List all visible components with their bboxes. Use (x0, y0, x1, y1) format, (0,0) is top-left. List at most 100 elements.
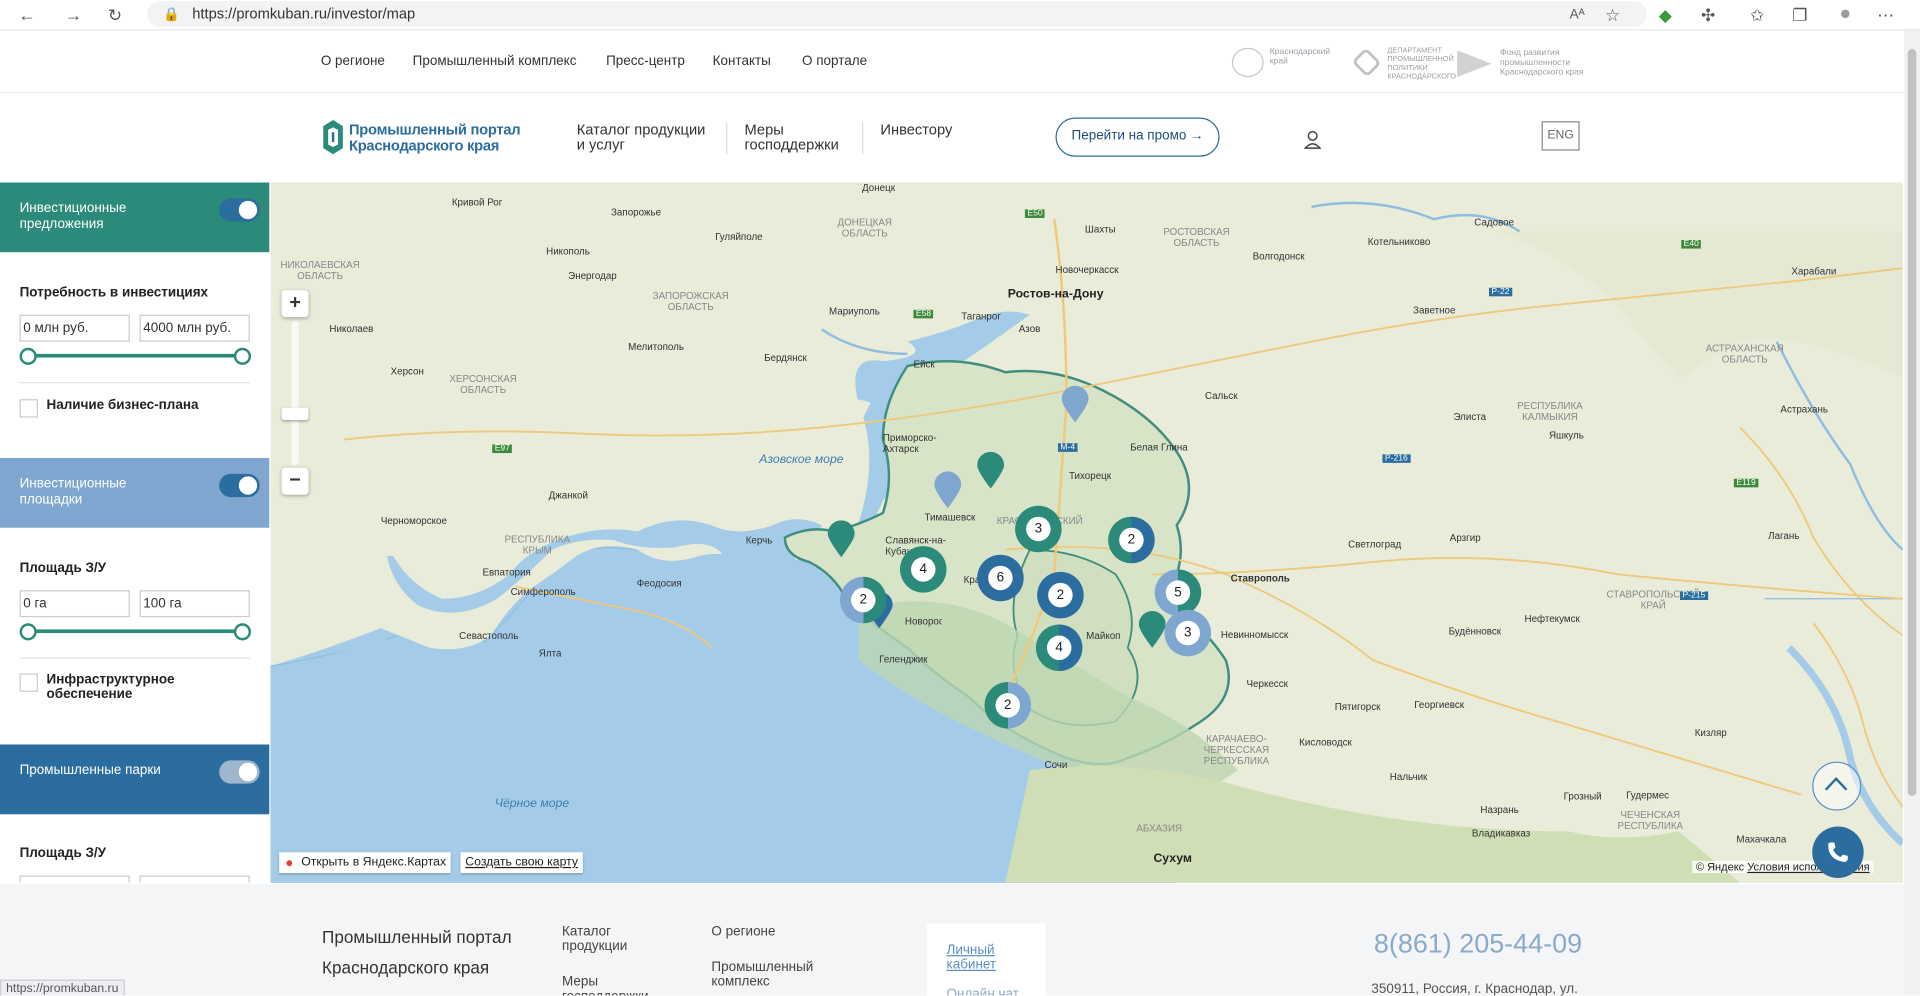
header-nav-investor[interactable]: Инвестору (880, 122, 952, 137)
cluster-count: 6 (988, 565, 1013, 591)
city-label: Махачкала (1736, 833, 1787, 845)
header-nav-support[interactable]: Меры господдержки (744, 122, 838, 151)
section-industrial-parks[interactable]: Промышленные парки (0, 744, 270, 815)
region-label: АСТРАХАНСКАЯ ОБЛАСТЬ (1705, 342, 1784, 365)
road-label: P-22 (1488, 287, 1512, 297)
section-investment-offers[interactable]: Инвестиционные предложения (0, 182, 270, 253)
personal-cabinet-link[interactable]: Личный кабинет (947, 943, 997, 972)
section-investment-sites[interactable]: Инвестиционные площадки (0, 457, 270, 528)
profile-icon[interactable]: ● (1833, 2, 1857, 26)
map-pin-icon[interactable] (977, 451, 1005, 489)
page-scrollbar-thumb[interactable] (1907, 48, 1917, 796)
topnav-item-contacts[interactable]: Контакты (713, 54, 771, 69)
favorites-icon[interactable]: ✩ (1745, 2, 1769, 26)
partner-fund[interactable]: Фонд развития промышленности Краснодарск… (1500, 49, 1584, 78)
map-cluster[interactable]: 2 (1037, 571, 1084, 619)
footer-link-region[interactable]: О регионе (711, 924, 775, 939)
invest-min-input[interactable]: 0 млн руб. (19, 314, 130, 342)
business-plan-checkbox[interactable] (19, 399, 38, 418)
call-button[interactable] (1812, 826, 1864, 878)
map-cluster[interactable]: 2 (984, 682, 1032, 729)
portal-logo-icon[interactable] (321, 118, 345, 157)
read-aloud-icon[interactable]: Aᴬ (1565, 2, 1589, 26)
footer-phone[interactable]: 8(861) 205-44-09 (1374, 928, 1582, 960)
more-menu-icon[interactable]: ⋯ (1873, 2, 1897, 26)
area-slider-min-handle[interactable] (19, 623, 37, 641)
city-label: Арзгир (1449, 532, 1481, 544)
department-logo-icon[interactable] (1351, 47, 1382, 78)
url-text[interactable]: https://promkuban.ru/investor/map (192, 5, 415, 22)
topnav-item-press[interactable]: Пресс-центр (606, 54, 685, 69)
zoom-in-button[interactable]: + (281, 290, 309, 318)
map-cluster[interactable]: 3 (1164, 609, 1212, 657)
map-cluster[interactable]: 6 (977, 554, 1024, 602)
language-button[interactable]: ENG (1541, 121, 1580, 151)
footer-logo-line1[interactable]: Промышленный портал (322, 927, 512, 947)
map-cluster[interactable]: 4 (1035, 624, 1083, 672)
invest-slider-track[interactable] (26, 353, 243, 358)
zoom-out-button[interactable]: − (281, 467, 309, 495)
location-pin-icon: ● (285, 855, 294, 871)
partner-krasnodar[interactable]: Краснодарский край (1270, 48, 1330, 68)
zoom-slider-track[interactable] (291, 320, 299, 466)
map-pin-icon[interactable] (1138, 611, 1166, 648)
map-cluster[interactable]: 4 (900, 546, 947, 593)
scroll-to-top-button[interactable] (1812, 761, 1862, 811)
topnav-item-about[interactable]: О портале (802, 54, 867, 69)
invest-max-input[interactable]: 4000 млн руб. (139, 314, 250, 342)
extension-icon[interactable]: ◆ (1653, 2, 1677, 26)
go-to-promo-button[interactable]: Перейти на промо → (1055, 117, 1220, 157)
road-label: E40 (1681, 240, 1702, 249)
collections-icon[interactable]: ❐ (1788, 2, 1812, 26)
online-chat-link[interactable]: Онлайн чат (947, 987, 1019, 996)
infrastructure-label[interactable]: Инфраструктурное обеспечение (47, 672, 194, 701)
extensions-puzzle-icon[interactable]: ✣ (1696, 2, 1720, 26)
partner-department[interactable]: ДЕПАРТАМЕНТ ПРОМЫШЛЕННОЙ ПОЛИТИКИ КРАСНО… (1387, 48, 1456, 82)
logo-line1[interactable]: Промышленный портал (349, 122, 521, 138)
area-min-input[interactable]: 0 га (19, 590, 130, 618)
map-cluster[interactable]: 3 (1015, 505, 1062, 553)
map-pin-icon[interactable] (827, 520, 855, 558)
area-slider-track[interactable] (26, 629, 243, 634)
infrastructure-checkbox[interactable] (19, 673, 38, 692)
header-nav-catalog[interactable]: Каталог продукции и услуг (577, 122, 706, 151)
fund-logo-icon[interactable] (1457, 50, 1492, 78)
invest-slider-max-handle[interactable] (233, 347, 252, 365)
forward-icon[interactable]: → (61, 2, 85, 26)
zoom-slider-handle[interactable] (281, 407, 309, 421)
parks-area-max-input[interactable] (139, 875, 250, 883)
investment-offers-toggle[interactable] (219, 198, 260, 222)
footer-link-industrial[interactable]: Промышленный комплекс (711, 960, 813, 989)
parks-area-title: Площадь З/У (19, 846, 107, 861)
map-cluster[interactable]: 5 (1154, 569, 1202, 616)
map-cluster[interactable]: 2 (1108, 516, 1155, 564)
create-map-link[interactable]: Создать свою карту (460, 852, 583, 874)
investment-sites-toggle[interactable] (219, 473, 260, 498)
logo-line2[interactable]: Краснодарского края (349, 138, 499, 154)
krasnodar-emblem-icon[interactable] (1231, 47, 1264, 78)
area-max-input[interactable]: 100 га (139, 590, 250, 618)
city-label: Евпатория (482, 566, 531, 578)
industrial-parks-toggle[interactable] (219, 760, 260, 784)
parks-area-min-input[interactable] (19, 875, 130, 883)
road-label: P-215 (1680, 591, 1708, 601)
refresh-icon[interactable]: ↻ (103, 2, 127, 26)
footer-logo-line2[interactable]: Краснодарского края (322, 958, 489, 978)
back-icon[interactable]: ← (15, 2, 39, 26)
lock-icon[interactable]: 🔒 (159, 2, 183, 26)
map-pin-icon[interactable] (934, 471, 962, 509)
city-label: Харабали (1791, 265, 1837, 277)
topnav-item-region[interactable]: О регионе (321, 54, 385, 69)
footer-link-catalog[interactable]: Каталог продукции (562, 924, 627, 953)
topnav-item-industrial[interactable]: Промышленный комплекс (413, 54, 577, 69)
map-pin-icon[interactable] (1061, 385, 1089, 423)
investment-map[interactable]: Азовское море Чёрное море НИКОЛАЕВСКАЯ О… (270, 182, 1903, 883)
user-icon[interactable] (1304, 130, 1322, 150)
footer-link-support[interactable]: Меры господдержки (562, 975, 648, 996)
business-plan-label[interactable]: Наличие бизнес-плана (47, 398, 199, 413)
map-cluster[interactable]: 2 (840, 576, 887, 624)
favorite-add-icon[interactable]: ☆ (1600, 2, 1624, 26)
area-slider-max-handle[interactable] (233, 623, 252, 641)
invest-slider-min-handle[interactable] (19, 347, 37, 365)
open-in-yandex-button[interactable]: ● Открыть в Яндекс.Картах (279, 852, 451, 874)
